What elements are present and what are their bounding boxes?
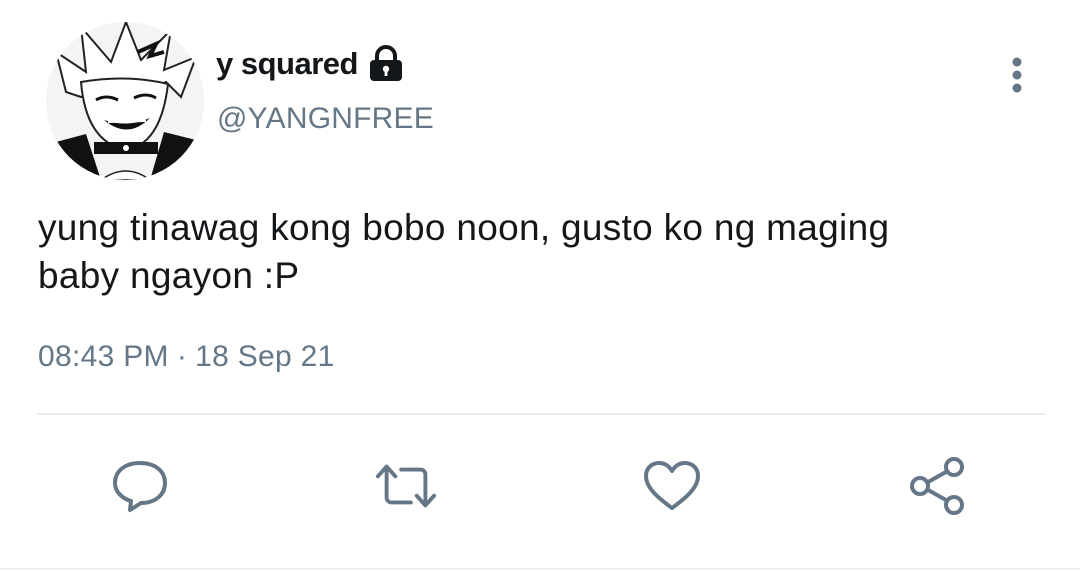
like-button[interactable] bbox=[640, 454, 704, 518]
tweet-text-line-2: baby ngayon :P bbox=[38, 255, 300, 296]
avatar[interactable] bbox=[46, 22, 204, 180]
avatar-image bbox=[46, 22, 204, 180]
tweet-text: yung tinawag kong bobo noon, gusto ko ng… bbox=[38, 204, 1048, 300]
timestamp[interactable]: 08:43 PM · 18 Sep 21 bbox=[38, 340, 335, 374]
share-button[interactable] bbox=[906, 454, 970, 518]
retweet-icon bbox=[375, 464, 437, 508]
retweet-button[interactable] bbox=[374, 454, 438, 518]
lock-icon bbox=[368, 45, 404, 83]
author-name-row: y squared bbox=[216, 42, 404, 86]
author-handle[interactable]: @YANGNFREE bbox=[217, 102, 434, 136]
display-name[interactable]: y squared bbox=[216, 46, 358, 82]
share-icon bbox=[910, 457, 964, 515]
more-vertical-icon[interactable] bbox=[1002, 56, 1032, 96]
bottom-divider bbox=[0, 568, 1080, 570]
divider bbox=[37, 413, 1045, 415]
tweet-text-line-1: yung tinawag kong bobo noon, gusto ko ng… bbox=[38, 207, 890, 248]
tweet-date: 18 Sep 21 bbox=[195, 340, 335, 373]
reply-icon bbox=[113, 461, 167, 512]
reply-button[interactable] bbox=[108, 454, 172, 518]
tweet-time: 08:43 PM bbox=[38, 340, 169, 373]
timestamp-separator: · bbox=[176, 340, 188, 373]
heart-icon bbox=[644, 461, 700, 510]
